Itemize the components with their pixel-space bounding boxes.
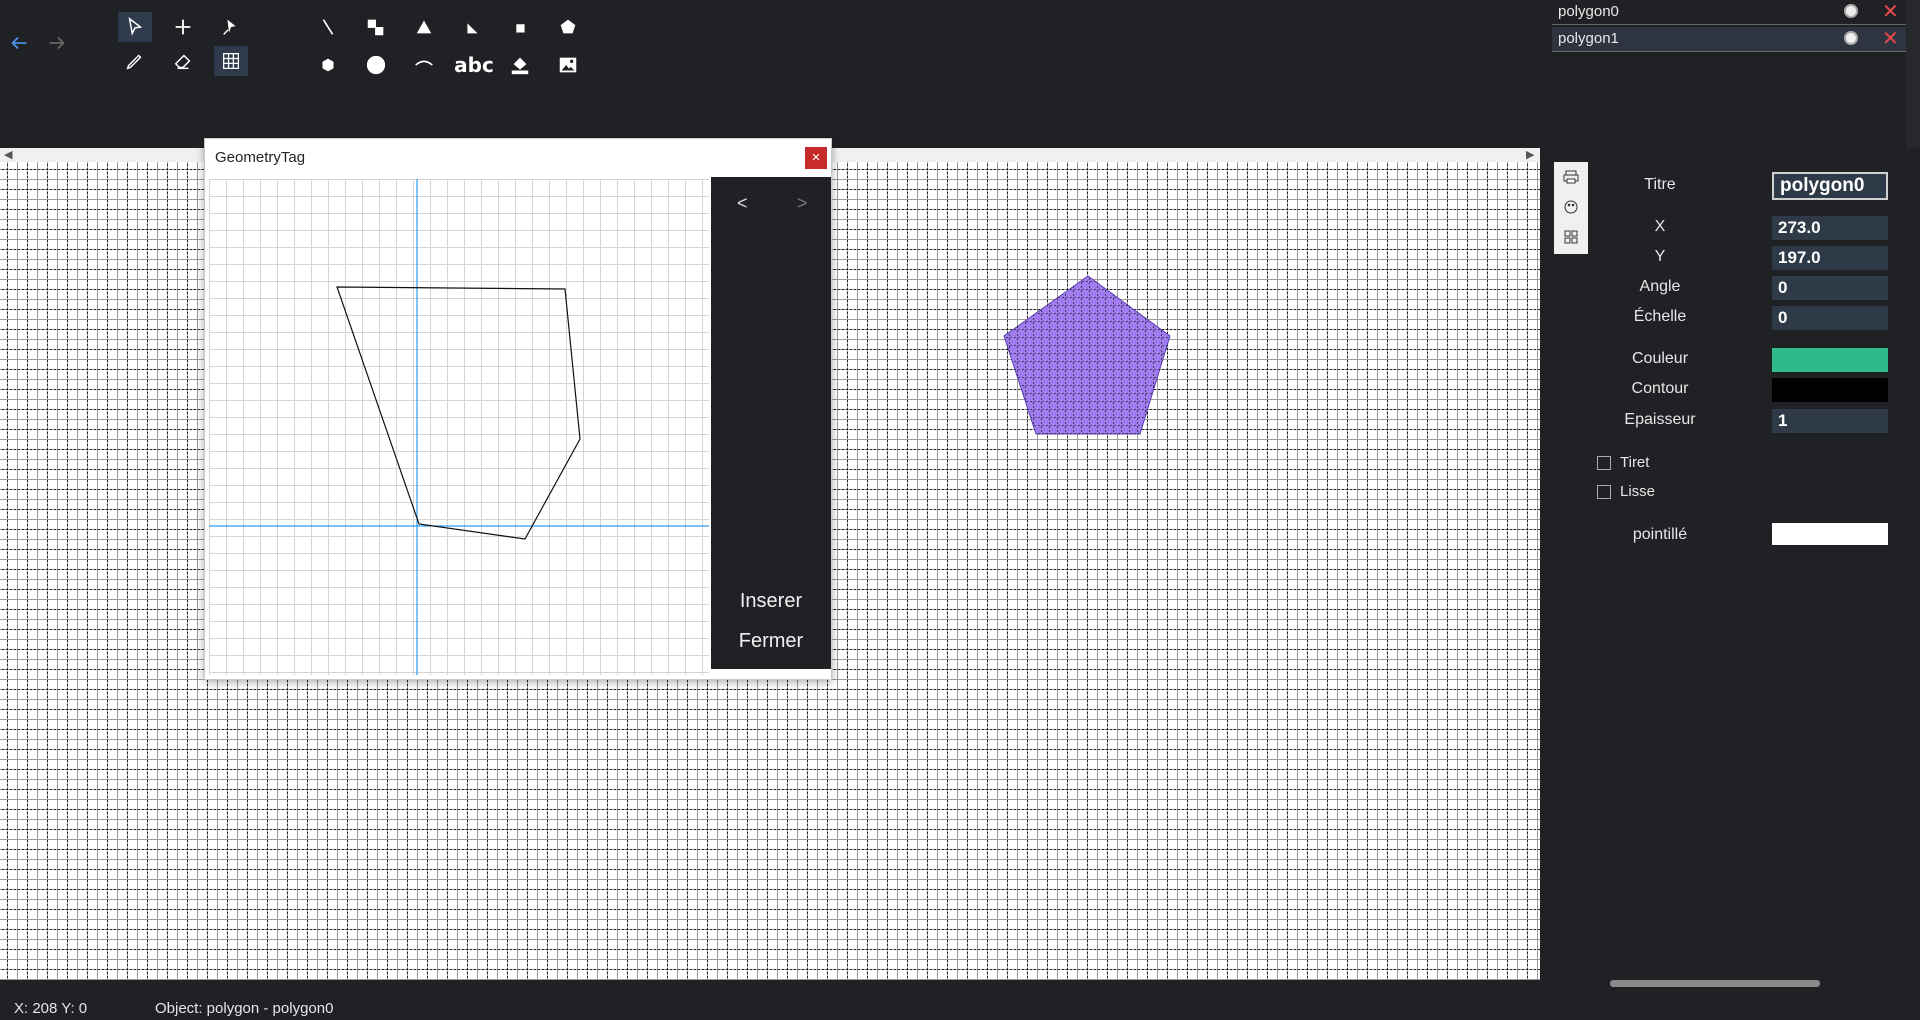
pointille-label: pointillé: [1632, 526, 1688, 543]
scroll-thumb[interactable]: [1610, 980, 1820, 987]
lisse-label: Lisse: [1620, 483, 1656, 500]
delete-icon[interactable]: ✕: [1882, 0, 1899, 24]
epaisseur-input[interactable]: 1: [1772, 409, 1888, 433]
circle-tool[interactable]: [359, 50, 393, 80]
hexagon-icon: [322, 58, 334, 72]
angle-input[interactable]: 0: [1772, 276, 1888, 300]
x-label: X: [1654, 218, 1666, 235]
scroll-right-icon[interactable]: ▶: [1526, 148, 1534, 161]
triangle-tool[interactable]: [407, 12, 441, 42]
image-tool[interactable]: [551, 50, 585, 80]
main-toolbar: abc: [0, 0, 1540, 148]
scroll-left-icon[interactable]: ◀: [4, 148, 12, 161]
preview-polygon: [209, 179, 709, 675]
layer-name: polygon0: [1558, 3, 1619, 20]
selected-object: Object: polygon - polygon0: [155, 1000, 334, 1017]
vertex-edit-tool[interactable]: [214, 12, 248, 42]
eraser-tool[interactable]: [166, 46, 200, 76]
visibility-icon[interactable]: [1844, 4, 1858, 18]
polygon0-shape[interactable]: [1002, 274, 1174, 438]
y-input[interactable]: 197.0: [1772, 246, 1888, 270]
layer-name: polygon1: [1558, 30, 1619, 47]
circle-icon: [366, 55, 386, 75]
right-triangle-tool[interactable]: [455, 12, 489, 42]
eraser-icon: [174, 54, 191, 70]
tiret-label: Tiret: [1620, 454, 1650, 471]
pointille-input[interactable]: [1772, 523, 1888, 545]
triangle-icon: [416, 20, 432, 34]
vertex-cursor-icon: [223, 19, 236, 35]
tiret-checkbox[interactable]: [1597, 456, 1611, 470]
arrow-right-icon: [49, 36, 65, 50]
line-tool[interactable]: [311, 12, 345, 42]
text-tool[interactable]: abc: [454, 50, 494, 80]
epaisseur-label: Epaisseur: [1624, 411, 1696, 428]
pencil-icon: [126, 54, 142, 70]
prev-button[interactable]: <: [737, 193, 748, 214]
echelle-input[interactable]: 0: [1772, 306, 1888, 330]
line-icon: [322, 19, 334, 35]
preview-grid[interactable]: [209, 179, 709, 675]
squares-icon: [367, 19, 384, 36]
lisse-checkbox[interactable]: [1597, 485, 1611, 499]
properties-hscrollbar[interactable]: [1590, 976, 1888, 990]
square-icon: [516, 24, 525, 33]
apps-grid-icon[interactable]: [1554, 222, 1588, 252]
couleur-swatch[interactable]: [1772, 348, 1888, 372]
arc-tool[interactable]: [407, 50, 441, 80]
cursor-coordinates: X: 208 Y: 0: [14, 1000, 88, 1017]
rect-link-tool[interactable]: [359, 12, 393, 42]
print-icon[interactable]: [1554, 162, 1588, 192]
cursor-icon: [128, 17, 143, 36]
close-button[interactable]: Fermer: [711, 623, 831, 659]
text-icon: abc: [454, 53, 494, 77]
couleur-label: Couleur: [1631, 350, 1689, 367]
layers-scrollbar[interactable]: [1906, 0, 1920, 148]
titre-input[interactable]: polygon0: [1772, 172, 1888, 200]
add-point-tool[interactable]: [166, 12, 200, 42]
panel-icon-strip: [1554, 162, 1588, 254]
layer-row-polygon1[interactable]: polygon1 ✕: [1552, 27, 1907, 52]
canvas-vscrollbar[interactable]: [1540, 148, 1554, 980]
pencil-tool[interactable]: [118, 46, 152, 76]
echelle-label: Échelle: [1633, 308, 1687, 325]
properties-vscrollbar[interactable]: [1890, 162, 1904, 972]
y-label: Y: [1654, 248, 1666, 265]
layer-row-polygon0[interactable]: polygon0 ✕: [1552, 0, 1907, 25]
x-input[interactable]: 273.0: [1772, 216, 1888, 240]
grid-tool[interactable]: [214, 46, 248, 76]
paint-bucket-icon: [511, 57, 529, 75]
dialog-side-panel: < > Inserer Fermer: [711, 177, 831, 669]
close-icon[interactable]: ×: [805, 147, 827, 169]
grid-icon: [223, 53, 239, 69]
dialog-title: GeometryTag: [215, 149, 306, 166]
contour-label: Contour: [1631, 380, 1689, 397]
properties-panel: Titre polygon0 X 273.0 Y 197.0 Angle 0 É…: [1590, 162, 1888, 972]
arrow-left-icon: [11, 36, 27, 50]
plus-icon: [175, 19, 191, 35]
forward-button[interactable]: [40, 28, 74, 58]
titre-label: Titre: [1644, 176, 1676, 193]
arc-icon: [415, 60, 433, 66]
select-tool[interactable]: [118, 12, 152, 42]
insert-button[interactable]: Inserer: [711, 583, 831, 619]
status-bar: X: 208 Y: 0 Object: polygon - polygon0: [0, 996, 1920, 1020]
right-triangle-icon: [467, 23, 478, 34]
layers-panel: polygon0 ✕ polygon1 ✕: [1540, 0, 1920, 148]
pentagon-icon: [560, 19, 576, 34]
fill-tool[interactable]: [503, 50, 537, 80]
geometrytag-dialog: GeometryTag × < > Inserer Fermer: [204, 138, 832, 680]
visibility-icon[interactable]: [1844, 31, 1858, 45]
contour-swatch[interactable]: [1772, 378, 1888, 402]
delete-icon[interactable]: ✕: [1882, 26, 1899, 51]
pentagon-tool[interactable]: [551, 12, 585, 42]
hexagon-tool[interactable]: [311, 50, 345, 80]
next-button[interactable]: >: [797, 193, 808, 214]
angle-label: Angle: [1639, 278, 1681, 295]
back-button[interactable]: [2, 28, 36, 58]
palette-icon[interactable]: [1554, 192, 1588, 222]
square-tool[interactable]: [503, 12, 537, 42]
image-icon: [559, 57, 577, 73]
